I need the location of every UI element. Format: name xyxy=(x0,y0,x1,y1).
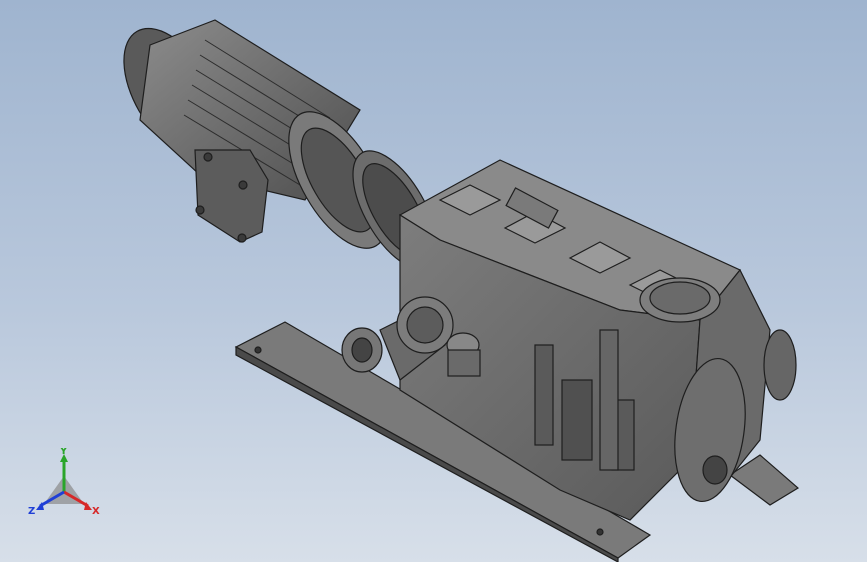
pump-model[interactable] xyxy=(0,0,867,562)
y-axis-label: Y xyxy=(59,448,68,457)
x-axis-label: X xyxy=(92,506,100,517)
coordinate-triad: Y X Z xyxy=(26,448,104,522)
graphics-viewport[interactable]: Y X Z xyxy=(0,0,867,562)
z-axis-label: Z xyxy=(28,506,35,517)
